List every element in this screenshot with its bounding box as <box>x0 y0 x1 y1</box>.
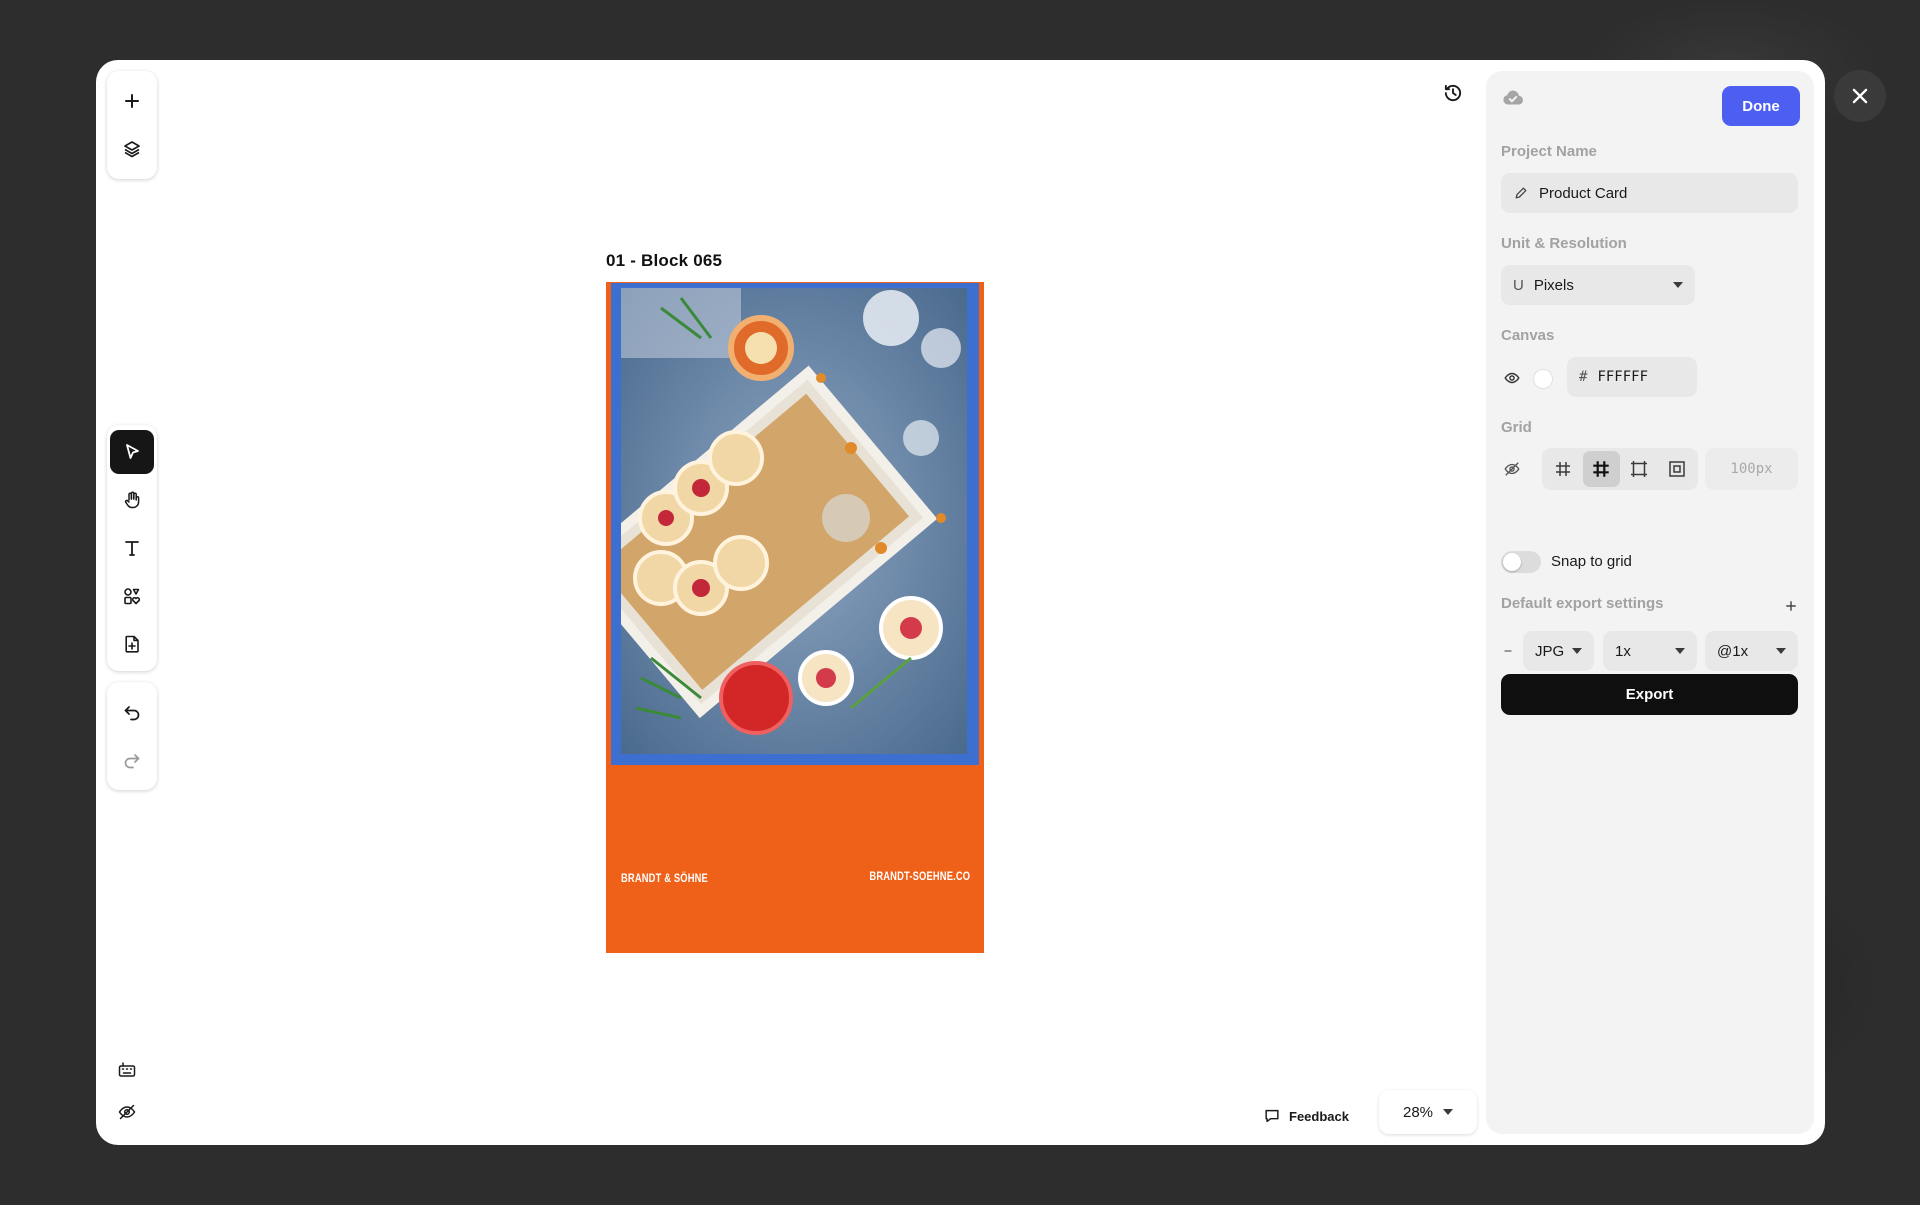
export-format-dropdown[interactable]: JPG <box>1523 631 1594 671</box>
project-name-label: Project Name <box>1501 143 1597 160</box>
margin-icon <box>1669 461 1685 477</box>
grid-type-selector <box>1542 448 1698 490</box>
hash-label: # <box>1579 369 1588 385</box>
hide-ui-button[interactable] <box>110 1095 144 1129</box>
layers-icon <box>124 141 140 158</box>
eye-icon <box>1504 372 1520 384</box>
done-button[interactable]: Done <box>1722 86 1800 126</box>
redo-button[interactable] <box>110 738 154 782</box>
cloud-check-icon <box>1500 85 1530 115</box>
export-button[interactable]: Export <box>1501 674 1798 715</box>
chevron-down-icon <box>1675 648 1685 654</box>
pencil-icon <box>1515 187 1527 199</box>
hash-grid-icon <box>1593 461 1609 477</box>
export-settings-label: Default export settings <box>1501 595 1664 612</box>
add-export-setting-button[interactable] <box>1782 597 1800 615</box>
redo-icon <box>124 754 140 769</box>
grid-label: Grid <box>1501 419 1532 436</box>
add-button[interactable] <box>110 79 154 123</box>
grid-option-lines[interactable] <box>1545 451 1582 487</box>
snap-to-grid-label: Snap to grid <box>1551 553 1632 570</box>
canvas-color-input[interactable]: # FFFFFF <box>1567 357 1697 397</box>
version-history-button[interactable] <box>1435 75 1471 111</box>
unit-prefix: U <box>1513 276 1524 294</box>
close-icon <box>1852 88 1868 104</box>
grid-option-margin[interactable] <box>1659 451 1696 487</box>
tools-toolbar <box>107 425 157 671</box>
artboard-title[interactable]: 01 - Block 065 <box>606 251 722 271</box>
history-icon <box>1444 84 1462 102</box>
text-tool[interactable] <box>110 526 154 570</box>
properties-panel: Done Project Name Product Card Unit & Re… <box>1486 71 1814 1134</box>
keyboard-shortcuts-button[interactable] <box>110 1053 144 1087</box>
grid-option-frame[interactable] <box>1621 451 1658 487</box>
feedback-label: Feedback <box>1289 1108 1349 1124</box>
artboard[interactable]: BRANDT & SÖHNE BRANDT-SOEHNE.CO <box>606 282 984 953</box>
plus-icon <box>125 94 139 108</box>
frame-icon <box>1631 461 1647 477</box>
text-icon <box>125 541 139 556</box>
zoom-value: 28% <box>1402 1103 1434 1121</box>
cookies-image <box>621 288 967 754</box>
chevron-down-icon <box>1776 648 1786 654</box>
eye-off-icon <box>118 1104 136 1120</box>
brand-name-text: BRANDT & SÖHNE <box>621 871 708 885</box>
eye-off-icon <box>1504 462 1520 476</box>
grid-visibility-toggle[interactable] <box>1500 457 1524 481</box>
shapes-icon <box>124 588 141 605</box>
zoom-dropdown[interactable]: 28% <box>1379 1090 1477 1134</box>
unit-value: Pixels <box>1533 276 1574 294</box>
grid-lines-icon <box>1556 462 1570 476</box>
select-tool[interactable] <box>110 430 154 474</box>
unit-resolution-label: Unit & Resolution <box>1501 235 1627 252</box>
project-name-value: Product Card <box>1539 184 1628 202</box>
photo-frame <box>611 283 979 765</box>
canvas-label: Canvas <box>1501 327 1555 344</box>
hand-icon <box>124 491 140 509</box>
close-button[interactable] <box>1834 70 1886 122</box>
hand-tool[interactable] <box>110 478 154 522</box>
product-photo[interactable] <box>621 288 967 754</box>
export-scale-value: 1x <box>1615 642 1631 660</box>
chevron-down-icon <box>1443 1109 1454 1115</box>
export-scale-dropdown[interactable]: 1x <box>1603 631 1697 671</box>
undo-button[interactable] <box>110 690 154 734</box>
grid-option-hash[interactable] <box>1582 451 1620 487</box>
editor-modal: 01 - Block 065 BRANDT & SÖHNE BRANDT-SOE… <box>96 60 1825 1145</box>
layers-button[interactable] <box>110 127 154 171</box>
plus-icon <box>1786 601 1796 611</box>
canvas-color-value: FFFFFF <box>1597 369 1649 385</box>
project-name-field[interactable]: Product Card <box>1501 173 1798 213</box>
export-density-dropdown[interactable]: @1x <box>1705 631 1798 671</box>
chevron-down-icon <box>1572 648 1582 654</box>
minus-icon <box>1504 650 1512 652</box>
history-toolbar <box>107 682 157 790</box>
export-density-value: @1x <box>1717 642 1749 660</box>
feedback-button[interactable]: Feedback <box>1263 1099 1349 1133</box>
brand-url-text: BRANDT-SOEHNE.CO <box>869 869 970 883</box>
keyboard-icon <box>118 1062 136 1077</box>
cursor-icon <box>126 444 139 459</box>
canvas-color-swatch[interactable] <box>1533 369 1553 389</box>
snap-to-grid-toggle[interactable] <box>1501 551 1541 573</box>
grid-size-input[interactable]: 100px <box>1705 448 1798 490</box>
remove-export-setting-button[interactable] <box>1498 641 1518 661</box>
shapes-tool[interactable] <box>110 574 154 618</box>
comment-icon <box>1265 1109 1279 1123</box>
top-toolbar <box>107 71 157 179</box>
undo-icon <box>124 706 140 721</box>
unit-dropdown[interactable]: U Pixels <box>1501 265 1695 305</box>
canvas-visibility-toggle[interactable] <box>1500 366 1524 390</box>
import-file-tool[interactable] <box>110 622 154 666</box>
file-add-icon <box>125 635 139 653</box>
chevron-down-icon <box>1673 282 1683 288</box>
export-format-value: JPG <box>1535 642 1565 660</box>
